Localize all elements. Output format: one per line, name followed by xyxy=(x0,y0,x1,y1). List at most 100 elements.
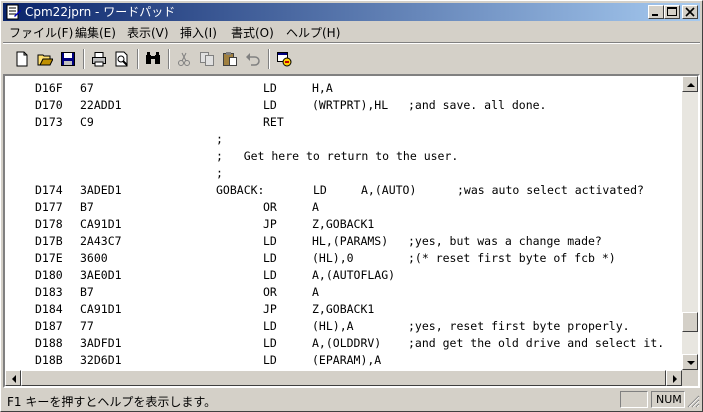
horizontal-scroll-thumb[interactable] xyxy=(21,370,666,386)
code-hex: 3AE0D1 xyxy=(80,268,122,282)
code-line[interactable]: D188 3ADFD1 LD A,(OLDDRV) ;and get the old d… xyxy=(5,335,682,352)
code-line[interactable]: ; Get here to return to the user. xyxy=(5,148,682,165)
code-line[interactable]: D18B 32D6D1 LD (EPARAM),A xyxy=(5,352,682,369)
insert-object-button[interactable] xyxy=(273,48,296,70)
resize-grip-icon[interactable] xyxy=(686,394,700,408)
status-help-text: F1 キーを押すとヘルプを表示します。 xyxy=(7,395,217,409)
print-preview-button[interactable] xyxy=(111,48,134,70)
code-line[interactable]: ; xyxy=(5,131,682,148)
code-op: LD xyxy=(313,183,327,197)
code-hex: B7 xyxy=(80,285,94,299)
code-hex: 3ADED1 xyxy=(80,183,122,197)
code-arg: A,(AUTOFLAG) xyxy=(312,268,396,282)
paste-button[interactable] xyxy=(219,48,242,70)
horizontal-scrollbar[interactable] xyxy=(5,370,682,386)
scroll-up-button[interactable] xyxy=(682,76,698,92)
save-icon xyxy=(61,52,75,66)
code-op: OR xyxy=(263,200,277,214)
code-arg: A xyxy=(312,285,319,299)
code-line[interactable]: D17E 3600 LD (HL),0 ;(* reset first byte of … xyxy=(5,250,682,267)
code-hex: 67 xyxy=(80,81,94,95)
vertical-scrollbar[interactable] xyxy=(682,76,698,370)
code-op: LD xyxy=(263,353,277,367)
menu-format[interactable]: 書式(O) xyxy=(231,24,274,41)
code-hex: CA91D1 xyxy=(80,217,122,231)
print-icon xyxy=(92,52,106,67)
insert-object-icon xyxy=(277,52,292,67)
undo-icon xyxy=(246,53,260,66)
code-comment: ;(* reset first byte of fcb *) xyxy=(408,251,616,265)
scroll-down-button[interactable] xyxy=(682,354,698,370)
code-hex: C9 xyxy=(80,115,94,129)
menu-file[interactable]: ファイル(F) xyxy=(9,24,73,41)
wordpad-app-icon[interactable] xyxy=(5,4,21,20)
copy-button[interactable] xyxy=(196,48,219,70)
minimize-button[interactable] xyxy=(648,5,664,19)
code-addr: D178 xyxy=(35,217,63,231)
code-arg: A,(AUTO) xyxy=(361,183,417,197)
code-op: LD xyxy=(263,268,277,282)
code-label: ; Get here to return to the user. xyxy=(216,149,459,163)
code-arg: (EPARAM),A xyxy=(312,353,382,367)
code-hex: 22ADD1 xyxy=(80,98,122,112)
code-line[interactable]: D184 CA91D1 JP Z,GOBACK1 xyxy=(5,301,682,318)
toolbar xyxy=(3,45,700,73)
scroll-left-button[interactable] xyxy=(5,370,21,386)
code-hex: 3ADFD1 xyxy=(80,336,122,350)
code-addr: D187 xyxy=(35,319,63,333)
scroll-right-button[interactable] xyxy=(666,370,682,386)
find-button[interactable] xyxy=(142,48,165,70)
code-line[interactable]: D17B 2A43C7 LD HL,(PARAMS) ;yes, but was a c… xyxy=(5,233,682,250)
code-addr: D170 xyxy=(35,98,63,112)
menu-bar: ファイル(F) 編集(E) 表示(V) 挿入(I) 書式(O) ヘルプ(H) xyxy=(3,22,700,41)
document-text-area[interactable]: D16F 67 LD H,A D170 22ADD1 LD (WRTPRT),HL ;and s… xyxy=(5,76,682,370)
code-comment: ;yes, reset first byte properly. xyxy=(408,319,630,333)
menu-edit[interactable]: 編集(E) xyxy=(75,24,116,41)
close-button[interactable] xyxy=(682,5,698,19)
code-line[interactable]: D187 77 LD (HL),A ;yes, reset first byte pro… xyxy=(5,318,682,335)
code-line[interactable]: ; xyxy=(5,165,682,182)
code-line[interactable]: D180 3AE0D1 LD A,(AUTOFLAG) xyxy=(5,267,682,284)
code-line[interactable]: D16F 67 LD H,A xyxy=(5,80,682,97)
open-button[interactable] xyxy=(34,48,57,70)
code-hex: 3600 xyxy=(80,251,108,265)
title-bar[interactable]: Cpm22jprn - ワードパッド xyxy=(3,3,700,21)
cut-button[interactable] xyxy=(173,48,196,70)
code-comment: ;and get the old drive and select it. xyxy=(408,336,665,350)
code-line[interactable]: D178 CA91D1 JP Z,GOBACK1 xyxy=(5,216,682,233)
maximize-button[interactable] xyxy=(664,5,680,19)
open-icon xyxy=(37,54,53,66)
code-comment: ;yes, but was a change made? xyxy=(408,234,602,248)
save-button[interactable] xyxy=(57,48,80,70)
undo-button[interactable] xyxy=(242,48,265,70)
code-arg: HL,(PARAMS) xyxy=(312,234,389,248)
code-hex: B7 xyxy=(80,200,94,214)
code-line[interactable]: D170 22ADD1 LD (WRTPRT),HL ;and save. all do… xyxy=(5,97,682,114)
code-line[interactable]: D177 B7 OR A xyxy=(5,199,682,216)
code-hex: CA91D1 xyxy=(80,302,122,316)
code-addr: D177 xyxy=(35,200,63,214)
find-icon xyxy=(146,52,160,64)
code-addr: D174 xyxy=(35,183,63,197)
code-addr: D173 xyxy=(35,115,63,129)
code-addr: D188 xyxy=(35,336,63,350)
code-arg: H,A xyxy=(312,81,333,95)
code-comment: ;and save. all done. xyxy=(408,98,547,112)
minimize-icon xyxy=(652,14,658,16)
print-button[interactable] xyxy=(88,48,111,70)
code-op: JP xyxy=(263,302,277,316)
vertical-scroll-thumb[interactable] xyxy=(682,312,698,332)
maximize-icon xyxy=(667,7,677,16)
new-button[interactable] xyxy=(11,48,34,70)
menu-view[interactable]: 表示(V) xyxy=(127,24,169,41)
menu-help[interactable]: ヘルプ(H) xyxy=(286,24,340,41)
code-line[interactable]: D174 3ADED1 GOBACK: LD A,(AUTO) ;was auto sel… xyxy=(5,182,682,199)
code-arg: (WRTPRT),HL xyxy=(312,98,389,112)
document-editor[interactable]: D16F 67 LD H,A D170 22ADD1 LD (WRTPRT),HL ;and s… xyxy=(3,74,700,388)
code-line[interactable]: D173 C9 RET xyxy=(5,114,682,131)
menu-insert[interactable]: 挿入(I) xyxy=(180,24,217,41)
arrow-left-icon xyxy=(12,375,16,383)
code-addr: D180 xyxy=(35,268,63,282)
code-line[interactable]: D183 B7 OR A xyxy=(5,284,682,301)
code-addr: D183 xyxy=(35,285,63,299)
